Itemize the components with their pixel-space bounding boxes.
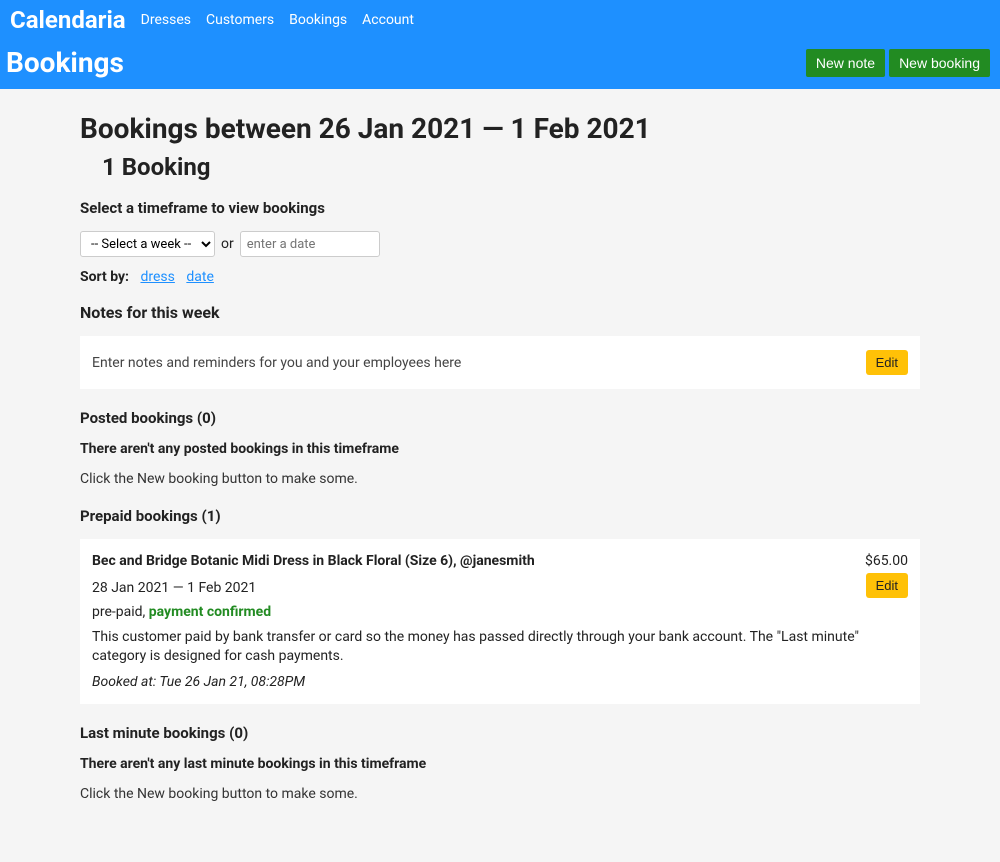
nav-link-account[interactable]: Account xyxy=(362,12,414,28)
payment-prefix: pre-paid, xyxy=(92,604,149,620)
prepaid-header: Prepaid bookings (1) xyxy=(80,507,920,525)
edit-notes-button[interactable]: Edit xyxy=(866,350,908,375)
page-section-title: Bookings xyxy=(6,46,124,79)
or-label: or xyxy=(221,236,234,252)
posted-empty-hint: Click the New booking button to make som… xyxy=(80,471,920,487)
page-title: Bookings between 26 Jan 2021 — 1 Feb 202… xyxy=(80,112,920,145)
nav-links: Dresses Customers Bookings Account xyxy=(141,12,414,28)
notes-header: Notes for this week xyxy=(80,303,920,322)
sort-dress-link[interactable]: dress xyxy=(140,269,174,285)
new-booking-button[interactable]: New booking xyxy=(889,49,990,77)
notes-card: Enter notes and reminders for you and yo… xyxy=(80,336,920,389)
date-input[interactable] xyxy=(240,231,380,257)
booking-count: 1 Booking xyxy=(102,153,920,181)
edit-booking-button[interactable]: Edit xyxy=(866,573,908,598)
booked-at-timestamp: Booked at: Tue 26 Jan 21, 08:28PM xyxy=(92,674,908,690)
action-buttons: New note New booking xyxy=(806,49,990,77)
sort-row: Sort by: dress date xyxy=(80,269,920,285)
main-container: Bookings between 26 Jan 2021 — 1 Feb 202… xyxy=(80,89,920,862)
booking-dates: 28 Jan 2021 — 1 Feb 2021 xyxy=(92,580,908,596)
brand-logo[interactable]: Calendaria xyxy=(10,6,126,34)
sort-date-link[interactable]: date xyxy=(186,269,214,285)
payment-line: pre-paid, payment confirmed xyxy=(92,604,908,620)
subheader: Bookings New note New booking xyxy=(0,40,1000,89)
nav-link-dresses[interactable]: Dresses xyxy=(141,12,191,28)
lastminute-empty-title: There aren't any last minute bookings in… xyxy=(80,756,920,772)
booking-description: This customer paid by bank transfer or c… xyxy=(92,628,908,666)
timeframe-label: Select a timeframe to view bookings xyxy=(80,199,920,217)
nav-link-customers[interactable]: Customers xyxy=(206,12,274,28)
posted-empty-title: There aren't any posted bookings in this… xyxy=(80,441,920,457)
payment-status: payment confirmed xyxy=(149,604,271,620)
week-select[interactable]: -- Select a week -- xyxy=(80,231,215,257)
notes-placeholder-text: Enter notes and reminders for you and yo… xyxy=(92,355,461,371)
booking-price: $65.00 xyxy=(865,553,908,569)
lastminute-empty-hint: Click the New booking button to make som… xyxy=(80,786,920,802)
new-note-button[interactable]: New note xyxy=(806,49,885,77)
lastminute-header: Last minute bookings (0) xyxy=(80,724,920,742)
posted-header: Posted bookings (0) xyxy=(80,409,920,427)
navbar: Calendaria Dresses Customers Bookings Ac… xyxy=(0,0,1000,40)
booking-card: Bec and Bridge Botanic Midi Dress in Bla… xyxy=(80,539,920,704)
timeframe-controls: -- Select a week -- or xyxy=(80,231,920,257)
sort-label: Sort by: xyxy=(80,269,129,285)
booking-title: Bec and Bridge Botanic Midi Dress in Bla… xyxy=(92,553,535,569)
nav-link-bookings[interactable]: Bookings xyxy=(289,12,347,28)
